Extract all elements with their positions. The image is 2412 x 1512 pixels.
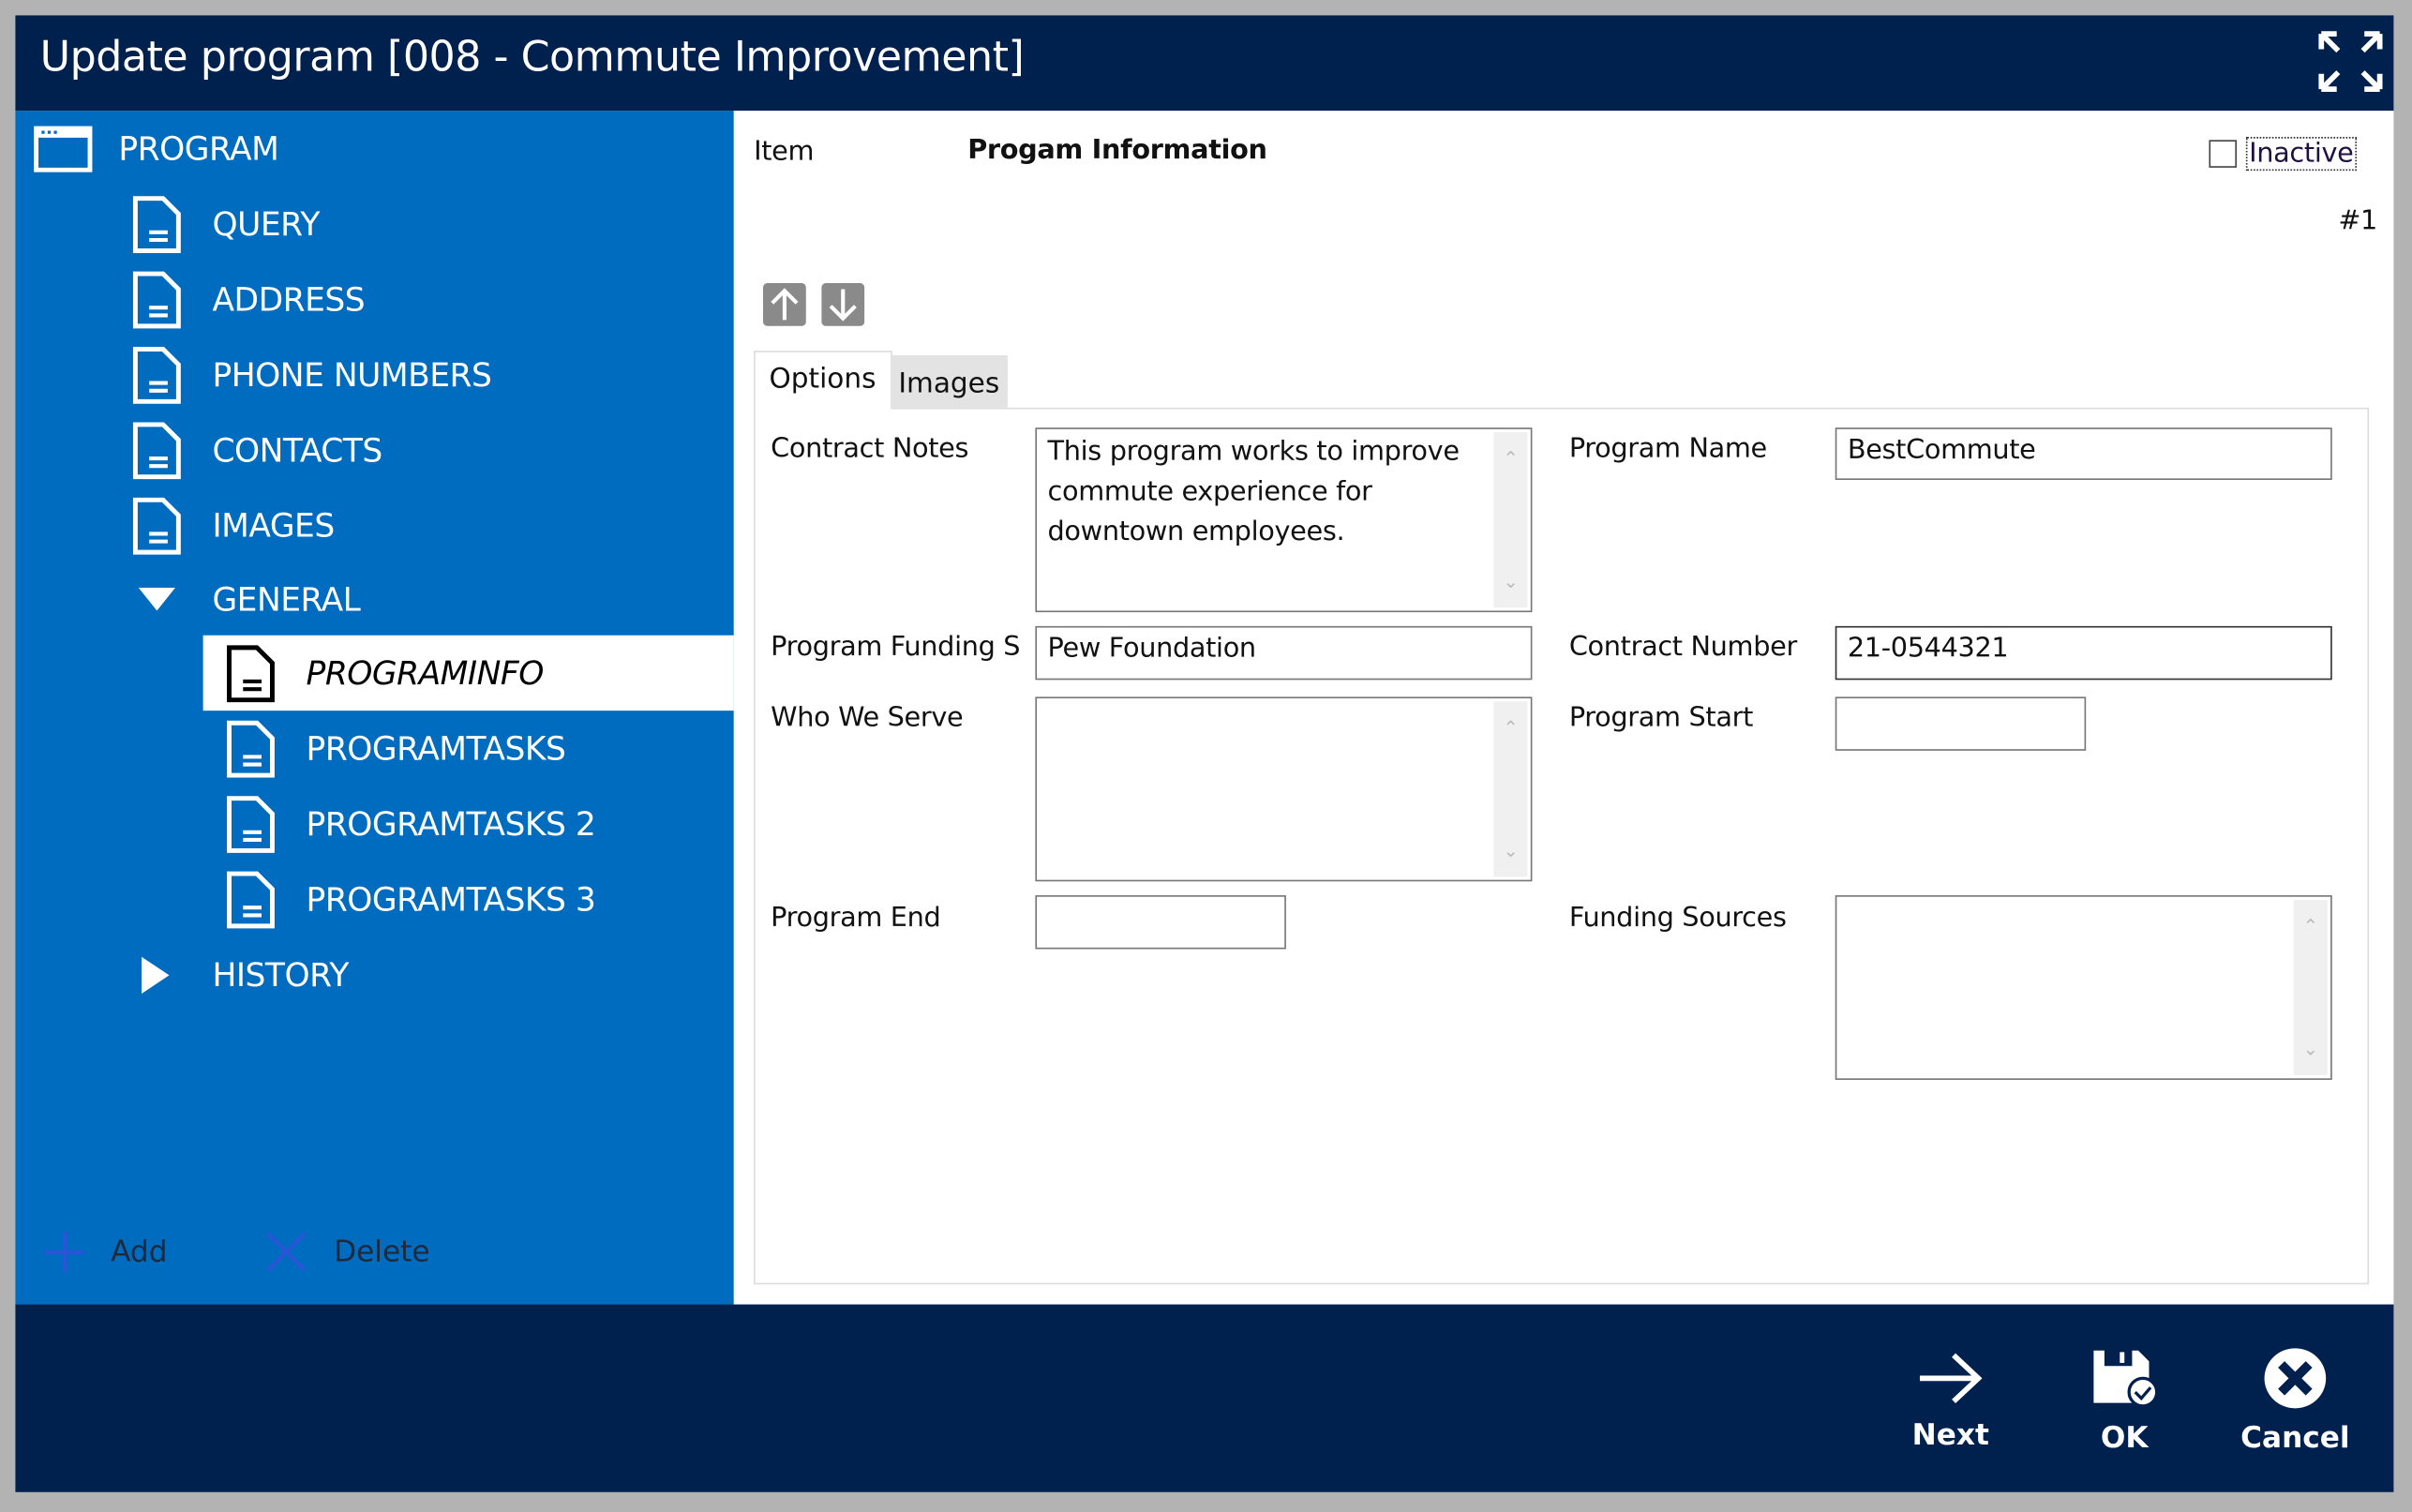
tree-item-images[interactable]: IMAGES	[15, 487, 733, 562]
document-icon	[227, 720, 275, 778]
tree-item-label: PROGRAMTASKS 2	[306, 805, 596, 843]
program-end-input[interactable]	[1035, 895, 1286, 950]
scrollbar[interactable]: ⌃ ⌄	[1493, 701, 1528, 877]
window-icon	[34, 126, 93, 172]
tree-item-label: PHONE NUMBERS	[212, 355, 492, 394]
tree-item-label: PROGRAMTASKS 3	[306, 880, 596, 918]
next-label: Next	[1911, 1418, 1989, 1453]
program-funding-input[interactable]: Pew Foundation	[1035, 625, 1533, 681]
sidebar-tree: PROGRAM QUERY ADDRESS PHONE NUMBERS CONT…	[15, 111, 734, 1305]
add-button[interactable]: Add	[43, 1231, 213, 1274]
document-icon	[132, 497, 181, 555]
funding-sources-textarea[interactable]: ⌃ ⌄	[1835, 895, 2332, 1080]
contract-number-input[interactable]: 21-0544321	[1835, 625, 2332, 681]
tree-item-label: ADDRESS	[212, 280, 366, 318]
tree-item-history[interactable]: HISTORY	[15, 936, 733, 1011]
record-number: #1	[2338, 205, 2378, 237]
inactive-checkbox[interactable]	[2209, 140, 2238, 168]
plus-icon	[44, 1232, 85, 1273]
tree-item-label: HISTORY	[212, 955, 349, 994]
tree-item-label: PROGRAMINFO	[306, 654, 545, 692]
cancel-circle-icon	[2264, 1348, 2327, 1409]
inactive-label[interactable]: Inactive	[2245, 137, 2357, 172]
document-icon	[132, 422, 181, 480]
document-icon	[227, 796, 275, 853]
who-we-serve-textarea[interactable]: ⌃ ⌄	[1035, 696, 1533, 882]
tree-item-label: QUERY	[212, 205, 320, 243]
tree-item-query[interactable]: QUERY	[15, 187, 733, 262]
document-icon	[132, 347, 181, 404]
collapsed-triangle-icon[interactable]	[141, 956, 170, 995]
move-up-icon[interactable]	[762, 282, 806, 326]
x-icon	[266, 1232, 307, 1272]
tree-item-label: GENERAL	[212, 580, 361, 618]
tree-item-program[interactable]: PROGRAM	[15, 111, 733, 186]
tree-item-label: PROGRAM	[118, 129, 279, 168]
dialog: Update program [008 - Commute Improvemen…	[0, 0, 2412, 1512]
program-end-label: Program End	[771, 903, 941, 935]
next-button[interactable]: Next	[1881, 1351, 2020, 1452]
expanded-triangle-icon[interactable]	[138, 587, 176, 612]
scroll-up-icon[interactable]: ⌃	[2294, 906, 2328, 947]
item-value: Progam Information	[967, 135, 1267, 167]
tree-item-programtasks-2[interactable]: PROGRAMTASKS 2	[203, 786, 734, 861]
ok-button[interactable]: OK	[2055, 1348, 2194, 1456]
tree-item-address[interactable]: ADDRESS	[15, 262, 733, 337]
cancel-button[interactable]: Cancel	[2226, 1348, 2365, 1456]
scroll-down-icon[interactable]: ⌄	[1493, 831, 1527, 871]
maximize-icon[interactable]	[2318, 31, 2383, 93]
scroll-up-icon[interactable]: ⌃	[1493, 708, 1527, 748]
program-start-label: Program Start	[1568, 702, 1754, 734]
delete-label: Delete	[334, 1235, 430, 1269]
tree-item-general[interactable]: GENERAL	[15, 561, 733, 636]
tab-options[interactable]: Options	[754, 351, 892, 410]
title-bar: Update program [008 - Commute Improvemen…	[15, 15, 2394, 112]
document-icon	[227, 871, 275, 929]
funding-sources-label: Funding Sources	[1568, 903, 1787, 935]
tree-item-programtasks[interactable]: PROGRAMTASKS	[203, 711, 734, 786]
tree-item-programtasks-3[interactable]: PROGRAMTASKS 3	[203, 861, 734, 936]
move-down-icon[interactable]	[821, 282, 865, 326]
delete-button[interactable]: Delete	[264, 1231, 464, 1274]
save-icon	[2093, 1350, 2159, 1408]
tree-item-programinfo[interactable]: PROGRAMINFO	[202, 635, 734, 711]
cancel-label: Cancel	[2240, 1421, 2350, 1456]
add-label: Add	[111, 1235, 168, 1269]
scroll-up-icon[interactable]: ⌃	[1493, 439, 1527, 479]
scroll-down-icon[interactable]: ⌄	[2294, 1029, 2328, 1070]
ok-label: OK	[2100, 1421, 2149, 1456]
tree-item-label: PROGRAMTASKS	[306, 729, 566, 768]
tab-images[interactable]: Images	[891, 355, 1008, 408]
program-name-label: Program Name	[1568, 433, 1767, 465]
document-icon	[227, 645, 275, 703]
document-icon	[132, 271, 181, 329]
document-icon	[132, 196, 181, 253]
scrollbar[interactable]: ⌃ ⌄	[2293, 899, 2328, 1076]
contract-notes-label: Contract Notes	[771, 433, 969, 465]
tree-item-label: CONTACTS	[212, 431, 382, 469]
item-label: Item	[754, 137, 815, 168]
window-title: Update program [008 - Commute Improvemen…	[39, 34, 1025, 82]
contract-number-label: Contract Number	[1568, 632, 1797, 664]
arrow-right-icon	[1919, 1353, 1983, 1404]
program-funding-label: Program Funding S	[771, 632, 1021, 664]
tree-item-phone-numbers[interactable]: PHONE NUMBERS	[15, 337, 733, 412]
tree-item-label: IMAGES	[212, 506, 335, 545]
contract-notes-textarea[interactable]: This program works to improve commute ex…	[1035, 427, 1533, 613]
contract-notes-value: This program works to improve commute ex…	[1047, 437, 1460, 548]
action-bar: Next OK Cancel	[15, 1304, 2394, 1492]
scroll-down-icon[interactable]: ⌄	[1493, 561, 1527, 602]
program-start-input[interactable]	[1835, 696, 2087, 751]
program-name-input[interactable]: BestCommute	[1835, 427, 2332, 480]
scrollbar[interactable]: ⌃ ⌄	[1493, 432, 1528, 608]
tab-panel	[754, 407, 2370, 1285]
who-we-serve-label: Who We Serve	[771, 702, 964, 734]
tree-item-contacts[interactable]: CONTACTS	[15, 412, 733, 487]
